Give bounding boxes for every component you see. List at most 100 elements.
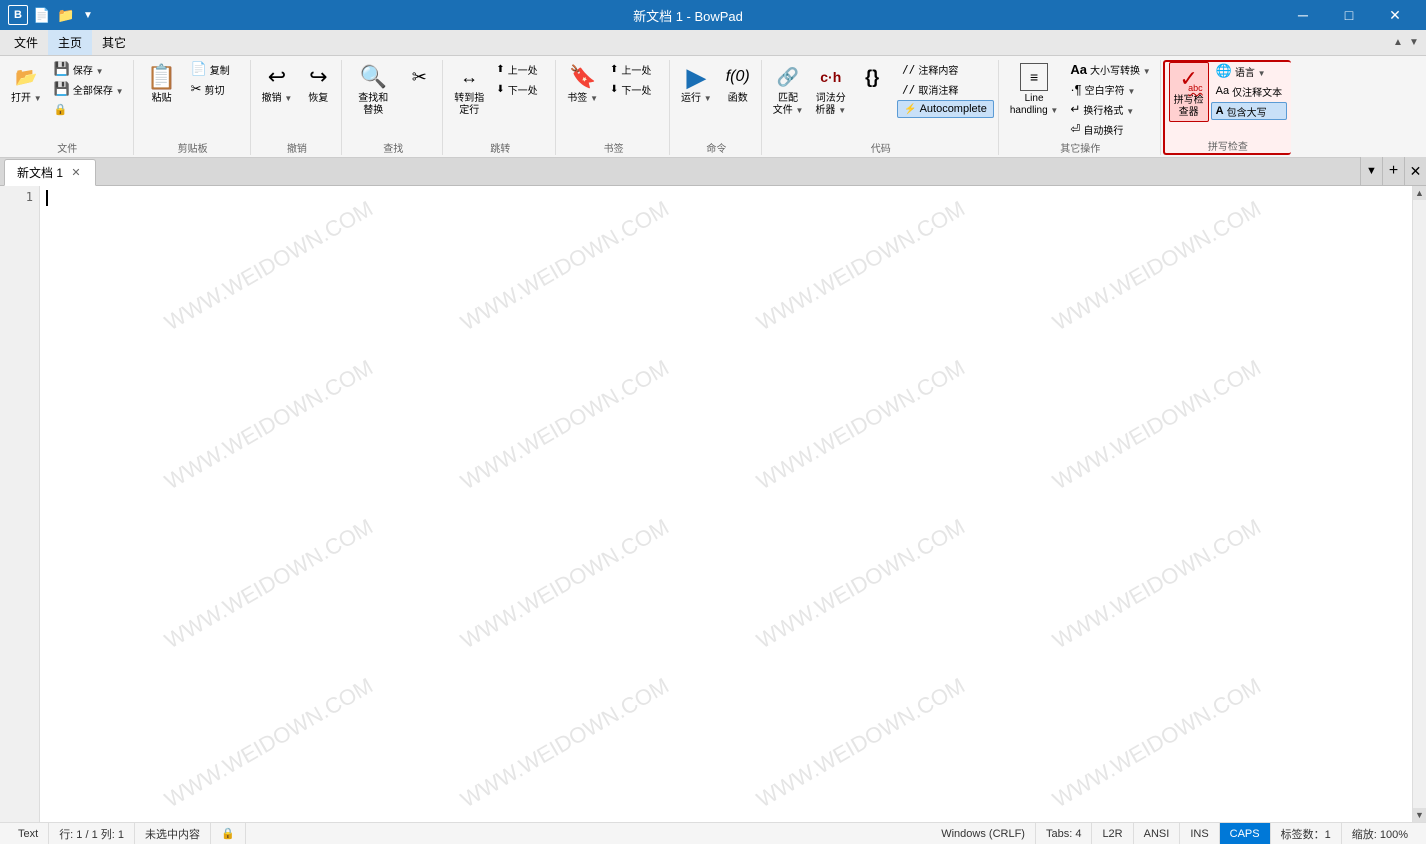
ribbon-group-find: 🔍 查找和替换 ✂ 查找 (344, 60, 443, 155)
ribbon-group-code-content: 🔗 匹配文件 ▼ c·h 词法分析器 ▼ {} // 注释内容 (768, 60, 994, 138)
ribbon-group-jump-content: ↔ 转到指定行 ⬆ 上一处 ⬇ 下一处 (449, 60, 551, 138)
ribbon-group-spellcheck-content: ✓ abc 拼写检查器 🌐 语言 ▼ Aa 仅注释文本 (1169, 62, 1287, 136)
ribbon-btn-lexer[interactable]: c·h 词法分析器 ▼ (810, 60, 851, 120)
ribbon-btn-save[interactable]: 💾 保存 ▼ (49, 60, 129, 78)
ribbon-btn-trim[interactable]: ✂ (400, 60, 438, 116)
window-controls: ─ □ ✕ (1280, 0, 1418, 30)
ribbon: 📂 打开 ▼ 💾 保存 ▼ 💾 全部保存 ▼ 🔒 (0, 56, 1426, 158)
app-icon: B (8, 5, 28, 25)
tab-new-doc[interactable]: 新文档 1 ✕ (4, 159, 96, 186)
ribbon-btn-line-handling[interactable]: ≡ Linehandling ▼ (1005, 60, 1064, 120)
ribbon-btn-comment-only[interactable]: Aa 仅注释文本 (1211, 82, 1287, 100)
ribbon-group-other-ops-content: ≡ Linehandling ▼ Aa 大小写转换 ▼ ·¶ 空白字符 ▼ (1005, 60, 1156, 138)
status-caps: CAPS (1220, 823, 1271, 844)
ribbon-group-spellcheck-label: 拼写检查 (1169, 136, 1287, 153)
whitespace-label: 空白字符 ▼ (1085, 82, 1136, 97)
comment-only-label: 仅注释文本 (1232, 84, 1282, 99)
status-tags: 标签数：1 (1271, 823, 1342, 844)
editor[interactable] (40, 186, 1412, 822)
ribbon-btn-include-caps[interactable]: A 包含大写 (1211, 102, 1287, 120)
tab-scroll-arrow[interactable]: ▼ (1360, 157, 1382, 185)
menu-item-other[interactable]: 其它 (92, 30, 136, 55)
copy-icon: 📄 (191, 61, 207, 77)
word-wrap-label: 自动换行 (1083, 122, 1123, 137)
comment-only-icon: Aa (1216, 85, 1229, 97)
func-icon: f(0) (724, 63, 752, 91)
ribbon-btn-word-wrap[interactable]: ⏎ 自动换行 (1065, 120, 1155, 138)
ribbon-btn-goto[interactable]: ↔ 转到指定行 (449, 60, 489, 120)
ribbon-btn-next-find[interactable]: ⬇ 下一处 (491, 80, 551, 98)
scrollbar-down-arrow[interactable]: ▼ (1413, 808, 1426, 822)
editor-cursor (46, 190, 48, 206)
menu-item-file[interactable]: 文件 (4, 30, 48, 55)
find-icon: 🔍 (359, 63, 387, 91)
tab-add-button[interactable]: + (1382, 157, 1404, 185)
ribbon-btn-match-file[interactable]: 🔗 匹配文件 ▼ (768, 60, 809, 120)
ribbon-group-file-label: 文件 (6, 138, 129, 155)
ribbon-group-undo: ↩ 撤销 ▼ ↪ 恢复 撤销 (253, 60, 343, 155)
ribbon-group-command-label: 命令 (676, 138, 757, 155)
ribbon-group-file: 📂 打开 ▼ 💾 保存 ▼ 💾 全部保存 ▼ 🔒 (2, 60, 134, 155)
ribbon-btn-save-all[interactable]: 💾 全部保存 ▼ (49, 80, 129, 98)
save-label: 保存 ▼ (73, 62, 104, 77)
close-button[interactable]: ✕ (1372, 0, 1418, 30)
line-handling-label: Linehandling ▼ (1010, 93, 1059, 117)
menu-item-home[interactable]: 主页 (48, 30, 92, 55)
tab-close-all-button[interactable]: ✕ (1404, 157, 1426, 185)
quick-access-folder[interactable]: 📁 (56, 5, 76, 25)
lang-icon: 🌐 (1216, 63, 1232, 79)
ribbon-btn-comment[interactable]: // 注释内容 (897, 60, 994, 78)
ribbon-btn-copy[interactable]: 📄 复制 (186, 60, 246, 78)
ribbon-group-clipboard-label: 剪贴板 (140, 138, 246, 155)
ribbon-btn-lang[interactable]: 🌐 语言 ▼ (1211, 62, 1287, 80)
ribbon-btn-bookmark[interactable]: 🔖 书签 ▼ (562, 60, 603, 116)
ribbon-btn-whitespace[interactable]: ·¶ 空白字符 ▼ (1065, 80, 1155, 98)
scrollbar-up-arrow[interactable]: ▲ (1413, 186, 1426, 200)
ribbon-btn-run[interactable]: ▶ 运行 ▼ (676, 60, 717, 116)
tab-close-button[interactable]: ✕ (69, 166, 83, 180)
ribbon-group-code: 🔗 匹配文件 ▼ c·h 词法分析器 ▼ {} // 注释内容 (764, 60, 999, 155)
include-caps-label: 包含大写 (1227, 104, 1267, 119)
ribbon-btn-func[interactable]: f(0) 函数 (719, 60, 757, 116)
ribbon-btn-spellcheck[interactable]: ✓ abc 拼写检查器 (1169, 62, 1209, 122)
ribbon-btn-autocomplete[interactable]: ⚡ Autocomplete (897, 100, 994, 118)
minimize-button[interactable]: ─ (1280, 0, 1326, 30)
ribbon-btn-open[interactable]: 📂 打开 ▼ (6, 60, 47, 116)
ribbon-btn-uncomment[interactable]: // 取消注释 (897, 80, 994, 98)
editor-scrollbar: ▲ ▼ (1412, 186, 1426, 822)
ribbon-group-other-ops: ≡ Linehandling ▼ Aa 大小写转换 ▼ ·¶ 空白字符 ▼ (1001, 60, 1161, 155)
undo-icon: ↩ (263, 63, 291, 91)
line-handling-icon: ≡ (1020, 63, 1048, 91)
uncomment-icon: // (902, 83, 915, 96)
run-icon: ▶ (682, 63, 710, 91)
ribbon-btn-brace[interactable]: {} (853, 60, 891, 116)
redo-label: 恢复 (308, 93, 328, 105)
status-ins: INS (1180, 823, 1219, 844)
tab-label: 新文档 1 (17, 164, 63, 181)
ribbon-btn-paste[interactable]: 📋 粘贴 (140, 60, 184, 116)
ribbon-btn-case[interactable]: Aa 大小写转换 ▼ (1065, 60, 1155, 78)
maximize-button[interactable]: □ (1326, 0, 1372, 30)
title-bar-icons: B 📄 📁 ▼ (8, 5, 96, 25)
tab-bar: 新文档 1 ✕ ▼ + ✕ (0, 158, 1426, 186)
next-find-icon: ⬇ (496, 84, 504, 95)
ribbon-btn-prev-bookmark[interactable]: ⬆ 上一处 (605, 60, 665, 78)
ribbon-group-other-ops-label: 其它操作 (1005, 138, 1156, 155)
run-label: 运行 ▼ (681, 93, 712, 105)
ribbon-btn-find[interactable]: 🔍 查找和替换 (348, 60, 398, 120)
ribbon-btn-lock[interactable]: 🔒 (49, 100, 129, 118)
ribbon-btn-prev-find[interactable]: ⬆ 上一处 (491, 60, 551, 78)
ribbon-btn-cut[interactable]: ✂ 剪切 (186, 80, 246, 98)
ribbon-expand-arrow[interactable]: ▼ (1406, 32, 1422, 54)
ribbon-collapse-arrow[interactable]: ▲ (1390, 32, 1406, 54)
quick-access-more[interactable]: ▼ (80, 5, 96, 25)
ribbon-btn-undo[interactable]: ↩ 撤销 ▼ (257, 60, 298, 116)
redo-icon: ↪ (304, 63, 332, 91)
ribbon-btn-redo[interactable]: ↪ 恢复 (299, 60, 337, 116)
status-enc-icon: 🔒 (211, 823, 246, 844)
ribbon-btn-next-bookmark[interactable]: ⬇ 下一处 (605, 80, 665, 98)
ribbon-btn-line-ending[interactable]: ↵ 换行格式 ▼ (1065, 100, 1155, 118)
bookmark-icon: 🔖 (569, 63, 597, 91)
quick-access-new[interactable]: 📄 (32, 5, 52, 25)
ribbon-group-file-content: 📂 打开 ▼ 💾 保存 ▼ 💾 全部保存 ▼ 🔒 (6, 60, 129, 138)
